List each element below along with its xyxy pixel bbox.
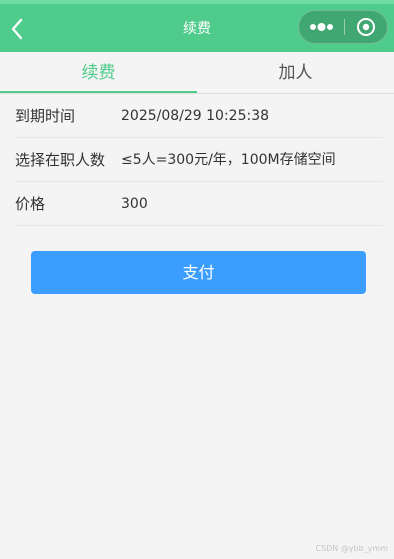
tab-add-people[interactable]: 加人 [197, 52, 394, 93]
expiry-row: 到期时间 2025/08/29 10:25:38 [15, 94, 383, 138]
tab-bar: 续费 加人 [0, 52, 394, 94]
staff-count-row[interactable]: 选择在职人数 ≤5人=300元/年，100M存储空间 [15, 138, 383, 182]
target-circle-icon [357, 18, 375, 36]
expiry-label: 到期时间 [15, 107, 76, 125]
pay-button[interactable]: 支付 [31, 251, 366, 294]
close-miniprogram-button[interactable] [345, 11, 387, 43]
tab-renew[interactable]: 续费 [0, 52, 197, 93]
more-button[interactable] [299, 11, 344, 43]
staff-count-label: 选择在职人数 [15, 151, 106, 169]
watermark: CSDN @ybb_ymm [315, 544, 388, 553]
staff-count-value[interactable]: ≤5人=300元/年，100M存储空间 [121, 138, 336, 182]
navigation-bar: 续费 [0, 0, 394, 52]
price-row: 价格 300 [15, 182, 383, 226]
mini-program-capsule [298, 10, 388, 44]
price-label: 价格 [15, 195, 46, 213]
more-dots-icon [310, 23, 333, 31]
expiry-value: 2025/08/29 10:25:38 [121, 108, 270, 124]
price-value: 300 [121, 196, 148, 212]
active-tab-indicator [0, 91, 197, 93]
